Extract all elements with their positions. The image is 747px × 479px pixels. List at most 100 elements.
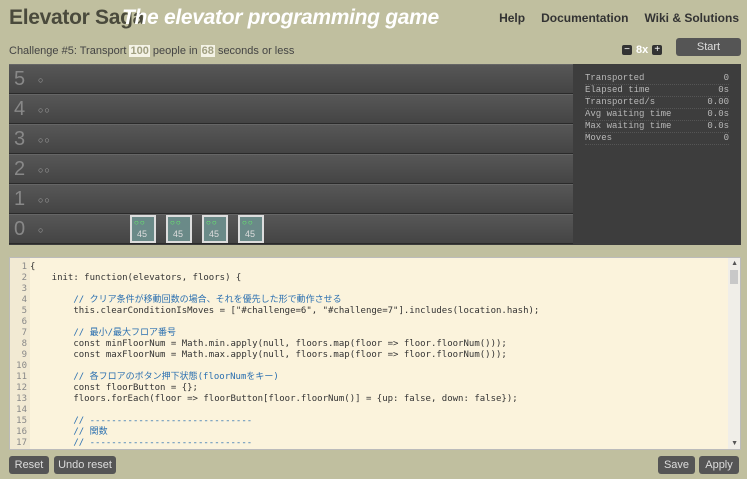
line-number: 9 <box>21 350 27 360</box>
elevator-value: 45 <box>137 229 148 239</box>
code-text[interactable]: { <box>30 262 35 272</box>
code-editor[interactable]: 1{2 init: function(elevators, floors) {3… <box>9 257 741 450</box>
code-line[interactable]: 16 // 関数 <box>10 427 730 438</box>
nav-help-link[interactable]: Help <box>499 11 525 25</box>
floor-call-buttons[interactable]: ○ <box>38 75 44 85</box>
line-number: 8 <box>21 339 27 349</box>
code-line[interactable]: 15 // ------------------------------ <box>10 416 730 427</box>
line-number: 3 <box>21 284 27 294</box>
code-line[interactable]: 17 // ------------------------------ <box>10 438 730 449</box>
apply-button[interactable]: Apply <box>699 456 739 474</box>
elevator-car: ○○ 45 <box>166 215 192 243</box>
nav-wiki-link[interactable]: Wiki & Solutions <box>644 11 739 25</box>
stat-label: Transported/s <box>585 97 656 107</box>
code-text[interactable]: // ------------------------------ <box>30 438 252 448</box>
stat-value: 0 <box>723 73 729 83</box>
code-text[interactable]: // クリア条件が移動回数の場合、それを優先した形で動作させる <box>30 295 341 305</box>
elevator-indicator-icon: ○○ <box>206 218 218 227</box>
app-subtitle: The elevator programming game <box>122 6 439 29</box>
code-line[interactable]: 3 <box>10 284 730 295</box>
line-number: 14 <box>16 405 27 415</box>
challenge-mid: people in <box>152 45 198 57</box>
line-number: 7 <box>21 328 27 338</box>
save-button[interactable]: Save <box>658 456 695 474</box>
stat-row: Transported/s 0.00 <box>585 97 729 109</box>
floor-number: 1 <box>14 188 26 210</box>
code-line[interactable]: 6 <box>10 317 730 328</box>
code-text[interactable]: const maxFloorNum = Math.max.apply(null,… <box>30 350 506 360</box>
editor-scrollbar[interactable]: ▲ ▼ <box>728 258 740 449</box>
floor-row: 3 ○○ <box>9 124 573 154</box>
line-number: 4 <box>21 295 27 305</box>
top-nav: Help Documentation Wiki & Solutions <box>499 11 739 25</box>
stat-value: 0.00 <box>707 97 729 107</box>
code-line[interactable]: 8 const minFloorNum = Math.min.apply(nul… <box>10 339 730 350</box>
floor-number: 4 <box>14 98 26 120</box>
stat-row: Transported 0 <box>585 73 729 85</box>
floor-call-buttons[interactable]: ○○ <box>38 105 51 115</box>
line-number: 15 <box>16 416 27 426</box>
code-line[interactable]: 4 // クリア条件が移動回数の場合、それを優先した形で動作させる <box>10 295 730 306</box>
code-text[interactable]: // 関数 <box>30 427 107 437</box>
header: Elevator Saga The elevator programming g… <box>0 0 747 38</box>
code-line[interactable]: 11 // 各フロアのボタン押下状態(floorNumをキー) <box>10 372 730 383</box>
nav-documentation-link[interactable]: Documentation <box>541 11 628 25</box>
stat-label: Moves <box>585 133 613 143</box>
undo-reset-button[interactable]: Undo reset <box>54 456 116 474</box>
floor-row: 2 ○○ <box>9 154 573 184</box>
code-line[interactable]: 1{ <box>10 262 730 273</box>
elevator-car: ○○ 45 <box>130 215 156 243</box>
code-text[interactable]: init: function(elevators, floors) { <box>30 273 242 283</box>
stat-row: Elapsed time 0s <box>585 85 729 97</box>
code-line[interactable]: 14 <box>10 405 730 416</box>
scroll-thumb[interactable] <box>730 270 738 284</box>
speed-increase-button[interactable]: + <box>652 45 663 55</box>
code-text[interactable]: // 各フロアのボタン押下状態(floorNumをキー) <box>30 372 278 382</box>
speed-value: 8x <box>636 44 649 56</box>
stat-label: Avg waiting time <box>585 109 672 119</box>
code-line[interactable]: 5 this.clearConditionIsMoves = ["#challe… <box>10 306 730 317</box>
stat-value: 0.0s <box>707 109 729 119</box>
code-line[interactable]: 7 // 最小/最大フロア番号 <box>10 328 730 339</box>
code-text[interactable]: // 最小/最大フロア番号 <box>30 328 176 338</box>
line-number: 5 <box>21 306 27 316</box>
floor-number: 5 <box>14 68 26 90</box>
stat-label: Max waiting time <box>585 121 672 131</box>
elevator-world: 5 ○ 4 ○○ 3 ○○ 2 ○○ 1 ○○ 0 ○ ○○ 45 ○○ 4 5 … <box>9 64 573 245</box>
stat-label: Elapsed time <box>585 85 650 95</box>
code-line[interactable]: 9 const maxFloorNum = Math.max.apply(nul… <box>10 350 730 361</box>
scroll-down-icon[interactable]: ▼ <box>731 440 738 447</box>
code-text[interactable]: const minFloorNum = Math.min.apply(null,… <box>30 339 506 349</box>
challenge-suffix: seconds or less <box>217 45 295 57</box>
code-text[interactable]: this.clearConditionIsMoves = ["#challeng… <box>30 306 539 316</box>
code-line[interactable]: 10 <box>10 361 730 372</box>
line-number: 6 <box>21 317 27 327</box>
line-number: 17 <box>16 438 27 448</box>
elevator-value: 45 <box>173 229 184 239</box>
speed-decrease-button[interactable]: − <box>622 45 632 55</box>
stat-label: Transported <box>585 73 645 83</box>
line-number: 12 <box>16 383 27 393</box>
stat-row: Avg waiting time 0.0s <box>585 109 729 121</box>
code-line[interactable]: 13 floors.forEach(floor => floorButton[f… <box>10 394 730 405</box>
floor-call-buttons[interactable]: ○○ <box>38 195 51 205</box>
code-line[interactable]: 2 init: function(elevators, floors) { <box>10 273 730 284</box>
challenge-description: Challenge #5: Transport 100 people in 68… <box>9 45 294 57</box>
floor-call-buttons[interactable]: ○○ <box>38 135 51 145</box>
stats-panel: Transported 0 Elapsed time 0s Transported/… <box>573 64 741 245</box>
stat-value: 0.0s <box>707 121 729 131</box>
floor-call-buttons[interactable]: ○ <box>38 225 44 235</box>
scroll-up-icon[interactable]: ▲ <box>731 260 738 267</box>
elevator-value: 45 <box>209 229 220 239</box>
start-button[interactable]: Start <box>676 38 741 56</box>
code-text[interactable]: const floorButton = {}; <box>30 383 198 393</box>
floor-number: 2 <box>14 158 26 180</box>
reset-button[interactable]: Reset <box>9 456 49 474</box>
code-text[interactable]: floors.forEach(floor => floorButton[floo… <box>30 394 517 404</box>
code-line[interactable]: 12 const floorButton = {}; <box>10 383 730 394</box>
code-text[interactable]: // ------------------------------ <box>30 416 252 426</box>
challenge-seconds: 68 <box>200 45 215 57</box>
floor-call-buttons[interactable]: ○○ <box>38 165 51 175</box>
line-number: 13 <box>16 394 27 404</box>
elevator-indicator-icon: ○○ <box>242 218 254 227</box>
